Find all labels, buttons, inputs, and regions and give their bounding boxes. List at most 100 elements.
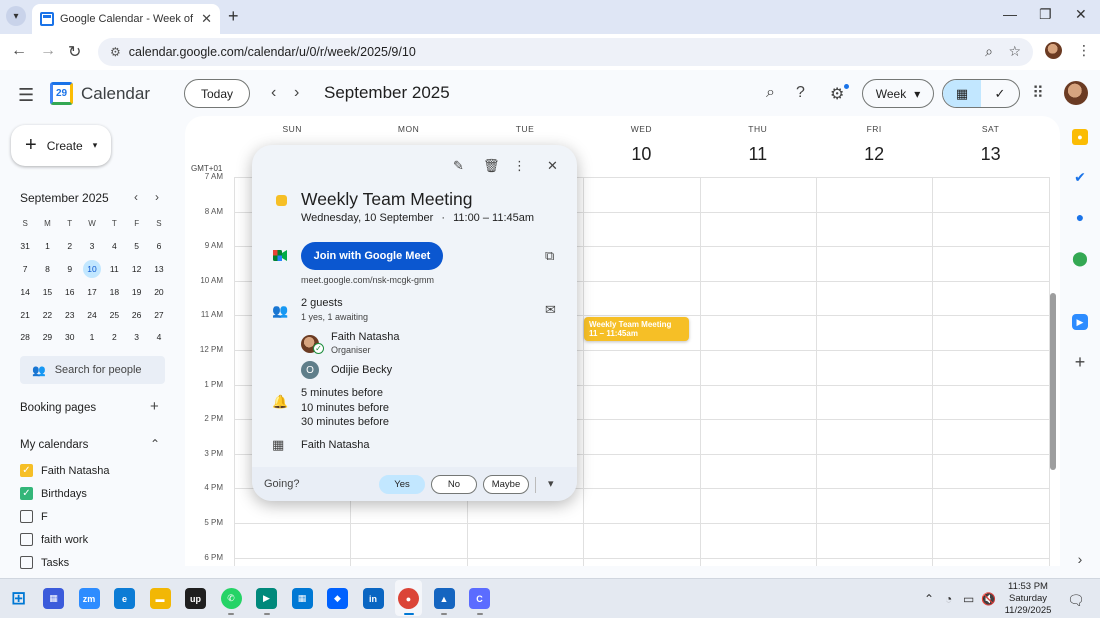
view-switcher-button[interactable]: Week ▾ xyxy=(862,79,934,108)
prev-week-icon[interactable]: ‹ xyxy=(271,84,276,102)
search-people-input[interactable]: 👥 Search for people xyxy=(20,356,165,384)
microsoft-store-app-icon[interactable]: ▦ xyxy=(291,588,313,609)
bookmark-star-icon[interactable]: ☆ xyxy=(1008,43,1021,60)
calendar-checkbox[interactable]: ✓ xyxy=(20,464,33,477)
mini-day-cell[interactable]: 27 xyxy=(148,303,170,326)
help-icon[interactable]: ? xyxy=(796,84,805,102)
mini-day-cell[interactable]: 1 xyxy=(36,235,58,258)
calendar-checkbox[interactable] xyxy=(20,510,33,523)
profile-avatar[interactable] xyxy=(1045,42,1062,59)
settings-gear-icon[interactable]: ⚙ xyxy=(830,84,844,104)
taskbar-clock[interactable]: 11:53 PM Saturday 11/29/2025 xyxy=(1000,581,1056,617)
tab-search-dropdown-icon[interactable]: ▾ xyxy=(6,6,26,26)
mini-day-cell[interactable]: 11 xyxy=(103,258,125,281)
wifi-icon[interactable]: ◔ xyxy=(945,592,952,606)
get-addons-icon[interactable]: + xyxy=(1072,352,1088,372)
rsvp-no-button[interactable]: No xyxy=(431,475,477,494)
mini-day-cell[interactable]: 4 xyxy=(148,326,170,349)
account-avatar[interactable] xyxy=(1064,81,1088,105)
google-apps-icon[interactable]: ⠿ xyxy=(1032,83,1044,103)
mini-day-cell[interactable]: 21 xyxy=(14,303,36,326)
mini-day-cell[interactable]: 12 xyxy=(125,258,147,281)
mini-day-cell[interactable]: 18 xyxy=(103,280,125,303)
next-week-icon[interactable]: › xyxy=(294,84,299,102)
back-icon[interactable]: ← xyxy=(11,42,27,60)
mini-day-cell[interactable]: 29 xyxy=(36,326,58,349)
mini-day-cell[interactable]: 19 xyxy=(125,280,147,303)
start-button-icon[interactable]: ⊞ xyxy=(8,588,29,609)
mini-day-cell[interactable]: 14 xyxy=(14,280,36,303)
whatsapp-app-icon[interactable]: ✆ xyxy=(220,588,242,609)
zoom-app-icon[interactable]: zm xyxy=(78,588,100,609)
mini-day-cell[interactable]: 1 xyxy=(81,326,103,349)
file-explorer-app-icon[interactable]: ▬ xyxy=(149,588,171,609)
mini-day-cell[interactable]: 20 xyxy=(148,280,170,303)
minimize-button[interactable]: — xyxy=(1003,6,1017,22)
calendar-checkbox[interactable]: ✓ xyxy=(20,487,33,500)
today-button[interactable]: Today xyxy=(184,79,250,108)
mini-day-cell[interactable]: 7 xyxy=(14,258,36,281)
mini-day-cell[interactable]: 4 xyxy=(103,235,125,258)
edit-pencil-icon[interactable]: ✎ xyxy=(453,158,464,174)
expand-panel-icon[interactable]: › xyxy=(1072,551,1088,567)
calendar-checkbox[interactable] xyxy=(20,533,33,546)
main-menu-icon[interactable]: ☰ xyxy=(18,85,34,106)
battery-icon[interactable]: ▭ xyxy=(963,592,974,606)
site-info-icon[interactable]: ⚙ xyxy=(110,45,121,59)
tab-close-icon[interactable]: ✕ xyxy=(201,11,212,27)
photos-app-icon[interactable]: ▲ xyxy=(433,588,455,609)
tasks-icon[interactable]: ✔ xyxy=(1072,169,1088,185)
rsvp-maybe-button[interactable]: Maybe xyxy=(483,475,529,494)
mini-day-cell[interactable]: 8 xyxy=(36,258,58,281)
booking-pages-heading[interactable]: Booking pages xyxy=(20,402,96,414)
forward-icon[interactable]: → xyxy=(40,42,56,60)
zoom-icon[interactable]: ⌕ xyxy=(985,43,993,60)
more-options-icon[interactable]: ⋮ xyxy=(513,158,526,174)
browser-tab[interactable]: Google Calendar - Week of 7 Se ✕ xyxy=(32,4,220,34)
create-button[interactable]: + Create ▾ xyxy=(11,125,111,166)
volume-muted-icon[interactable]: 🔇 xyxy=(981,592,996,606)
tasks-view-icon[interactable]: ✓ xyxy=(981,80,1019,107)
my-calendars-heading[interactable]: My calendars xyxy=(20,439,88,451)
calendar-view-icon[interactable]: ▦ xyxy=(943,80,981,107)
search-icon[interactable]: ⌕ xyxy=(766,84,775,102)
maps-icon[interactable]: ⬤ xyxy=(1072,250,1088,266)
mini-day-cell[interactable]: 3 xyxy=(125,326,147,349)
linkedin-app-icon[interactable]: in xyxy=(362,588,384,609)
restore-button[interactable]: ❐ xyxy=(1039,6,1052,23)
mini-day-cell[interactable]: 3 xyxy=(81,235,103,258)
mini-next-icon[interactable]: › xyxy=(155,190,159,204)
upwork-app-icon[interactable]: up xyxy=(185,588,206,609)
copilot-app-icon[interactable]: C xyxy=(469,588,490,609)
email-guests-icon[interactable]: ✉ xyxy=(545,302,556,318)
close-icon[interactable]: ✕ xyxy=(547,158,558,174)
new-tab-button[interactable]: + xyxy=(228,6,239,27)
mini-day-cell[interactable]: 17 xyxy=(81,280,103,303)
mini-day-cell[interactable]: 23 xyxy=(59,303,81,326)
mini-day-cell[interactable]: 30 xyxy=(59,326,81,349)
grid-scrollbar[interactable] xyxy=(1050,293,1056,470)
reload-icon[interactable]: ↻ xyxy=(68,42,81,62)
calendar-item[interactable]: F xyxy=(20,510,48,523)
mini-day-cell[interactable]: 2 xyxy=(103,326,125,349)
calendar-item[interactable]: faith work xyxy=(20,533,88,546)
calendar-item[interactable]: ✓ Birthdays xyxy=(20,487,87,500)
day-number[interactable]: 10 xyxy=(611,144,671,165)
rsvp-yes-button[interactable]: Yes xyxy=(379,475,425,494)
mini-day-cell[interactable]: 5 xyxy=(125,235,147,258)
mini-day-cell[interactable]: 22 xyxy=(36,303,58,326)
mini-day-cell[interactable]: 26 xyxy=(125,303,147,326)
mini-day-cell[interactable]: 31 xyxy=(14,235,36,258)
collapse-chevron-icon[interactable]: ⌃ xyxy=(150,437,160,451)
day-number[interactable]: 12 xyxy=(844,144,904,165)
mini-day-cell[interactable]: 15 xyxy=(36,280,58,303)
notification-center-icon[interactable]: 🗨 xyxy=(1067,592,1085,609)
contacts-icon[interactable]: ● xyxy=(1072,209,1088,225)
zoom-addon-icon[interactable]: ▶ xyxy=(1072,314,1088,330)
tray-overflow-icon[interactable]: ⌃ xyxy=(924,592,934,606)
meet-app-icon[interactable]: ▶ xyxy=(256,588,277,609)
address-bar[interactable]: ⚙ calendar.google.com/calendar/u/0/r/wee… xyxy=(98,38,1033,66)
mini-day-cell[interactable]: 28 xyxy=(14,326,36,349)
calendar-item[interactable]: Tasks xyxy=(20,556,69,569)
calendar-item[interactable]: ✓ Faith Natasha xyxy=(20,464,109,477)
